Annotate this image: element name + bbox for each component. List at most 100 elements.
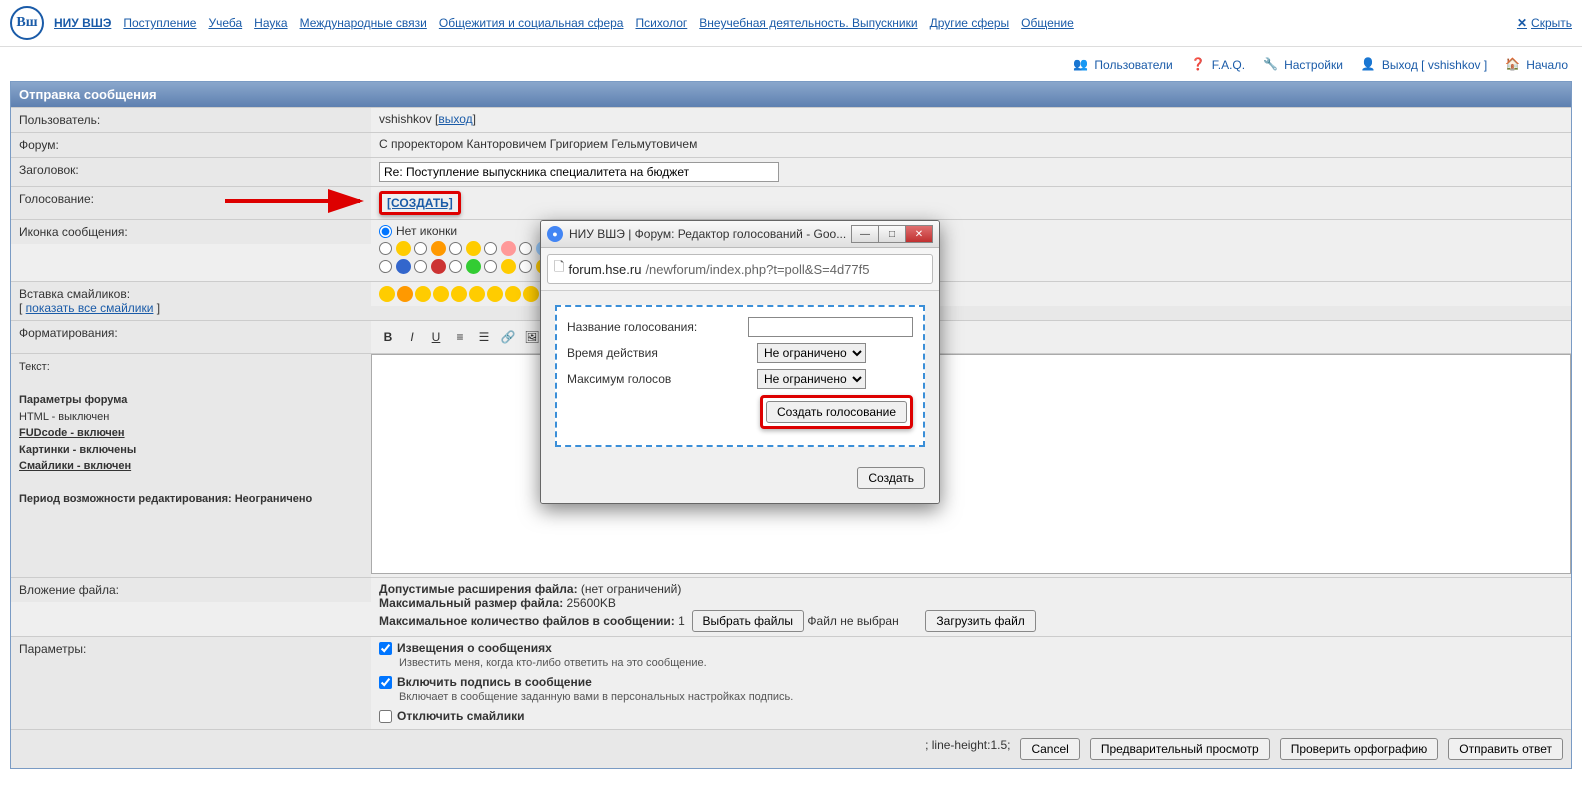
faq-link[interactable]: ❓F.A.Q. [1191,57,1245,73]
nav-link[interactable]: Общение [1021,16,1074,30]
close-icon: ✕ [1517,16,1527,30]
home-link[interactable]: 🏠Начало [1505,57,1568,73]
users-icon: 👥 [1073,57,1089,73]
image-button[interactable]: 🖼 [523,328,541,346]
smiley-icon[interactable] [451,286,467,302]
create-button[interactable]: Создать [857,467,925,489]
users-link[interactable]: 👥 Пользователи [1073,57,1172,73]
attach-ext-value: (нет ограничений) [581,582,681,596]
icon-radio[interactable] [379,260,392,273]
smiley-icon[interactable] [433,286,449,302]
icon-radio[interactable] [414,260,427,273]
disable-smileys-checkbox[interactable] [379,710,392,723]
nav-link[interactable]: Внеучебная деятельность. Выпускники [699,16,917,30]
attach-size-label: Максимальный размер файла: [379,596,563,610]
nav-link[interactable]: Психолог [635,16,687,30]
icon-radio[interactable] [379,242,392,255]
param-smileys-link[interactable]: Смайлики - включен [19,460,131,472]
notify-checkbox[interactable] [379,642,392,655]
nav-link[interactable]: Учеба [208,16,242,30]
list-button[interactable]: ☰ [475,328,493,346]
smiley-icon[interactable] [523,286,539,302]
choose-files-button[interactable]: Выбрать файлы [692,610,805,632]
link-button[interactable]: 🔗 [499,328,517,346]
text-label: Текст: [19,361,50,373]
settings-link[interactable]: 🔧Настройки [1263,57,1343,73]
smiley-icon[interactable] [487,286,503,302]
user-label: Пользователь: [11,108,371,132]
icon-radio[interactable] [519,260,532,273]
underline-button[interactable]: U [427,328,445,346]
highlight-box: [СОЗДАТЬ] [379,191,461,215]
url-host: forum.hse.ru [568,262,641,277]
poll-name-input[interactable] [748,317,913,337]
settings-icon: 🔧 [1263,57,1279,73]
signature-label: Включить подпись в сообщение [397,675,592,689]
preview-button[interactable]: Предварительный просмотр [1090,738,1270,760]
smiley-icon[interactable] [469,286,485,302]
submit-button-row: ; line-height:1.5; Cancel Предварительны… [11,729,1571,768]
chrome-favicon-icon: ● [547,226,563,242]
icon-radio[interactable] [519,242,532,255]
nav-link[interactable]: Другие сферы [930,16,1010,30]
users-label: Пользователи [1094,58,1172,72]
attach-ext-label: Допустимые расширения файла: [379,582,578,596]
popup-url-bar: 🗋 forum.hse.ru/newforum/index.php?t=poll… [541,248,939,291]
submit-button[interactable]: Отправить ответ [1448,738,1563,760]
icon-radio[interactable] [449,242,462,255]
hide-link[interactable]: ✕ Скрыть [1517,16,1572,30]
smileys-label: Вставка смайликов: [19,287,130,301]
maximize-button[interactable]: □ [878,225,906,243]
smiley-icon[interactable] [397,286,413,302]
smiley-icon[interactable] [379,286,395,302]
nav-brand[interactable]: НИУ ВШЭ [54,16,111,30]
icon-radio[interactable] [449,260,462,273]
section-header: Отправка сообщения [11,82,1571,107]
create-poll-link[interactable]: [СОЗДАТЬ] [387,196,453,210]
smiley-icon [431,259,446,274]
nav-link[interactable]: Международные связи [300,16,427,30]
subject-input[interactable] [379,162,779,182]
page-icon: 🗋 [554,258,564,280]
icon-radio-none[interactable] [379,225,392,238]
logout-label: Выход [ vshishkov ] [1382,58,1487,72]
smiley-icon [501,259,516,274]
bold-button[interactable]: B [379,328,397,346]
logout-link[interactable]: 👤 Выход [ vshishkov ] [1361,57,1487,73]
icon-radio[interactable] [484,242,497,255]
show-all-smileys-link[interactable]: показать все смайлики [26,301,154,315]
user-icon: 👤 [1361,57,1377,73]
smiley-icon[interactable] [415,286,431,302]
top-navigation-bar: Вш НИУ ВШЭ Поступление Учеба Наука Между… [0,0,1582,47]
close-button[interactable]: ✕ [905,225,933,243]
nav-link[interactable]: Наука [254,16,287,30]
upload-file-button[interactable]: Загрузить файл [925,610,1035,632]
logout-inline-link[interactable]: выход [438,112,472,126]
signature-checkbox[interactable] [379,676,392,689]
disable-smileys-label: Отключить смайлики [397,709,525,723]
smiley-icon[interactable] [505,286,521,302]
align-button[interactable]: ≡ [451,328,469,346]
cancel-button[interactable]: Cancel [1020,738,1079,760]
smiley-icon [501,241,516,256]
url-input[interactable]: 🗋 forum.hse.ru/newforum/index.php?t=poll… [547,254,933,284]
formatting-label: Форматирования: [11,321,371,353]
create-poll-button[interactable]: Создать голосование [766,401,907,423]
spellcheck-button[interactable]: Проверить орфографию [1280,738,1439,760]
username: vshishkov [379,112,432,126]
nav-link[interactable]: Поступление [123,16,196,30]
smiley-icon [431,241,446,256]
notify-label: Извещения о сообщениях [397,641,552,655]
nav-link[interactable]: Общежития и социальная сфера [439,16,624,30]
italic-button[interactable]: I [403,328,421,346]
minimize-button[interactable]: — [851,225,879,243]
forum-label: Форум: [11,133,371,157]
param-fud-link[interactable]: FUDcode - включен [19,427,125,439]
icon-radio[interactable] [414,242,427,255]
faq-label: F.A.Q. [1212,58,1245,72]
hse-logo: Вш [10,6,44,40]
poll-max-select[interactable]: Не ограничено [757,369,866,389]
poll-time-select[interactable]: Не ограничено [757,343,866,363]
icon-radio[interactable] [484,260,497,273]
signature-desc: Включает в сообщение заданную вами в пер… [399,691,1563,703]
